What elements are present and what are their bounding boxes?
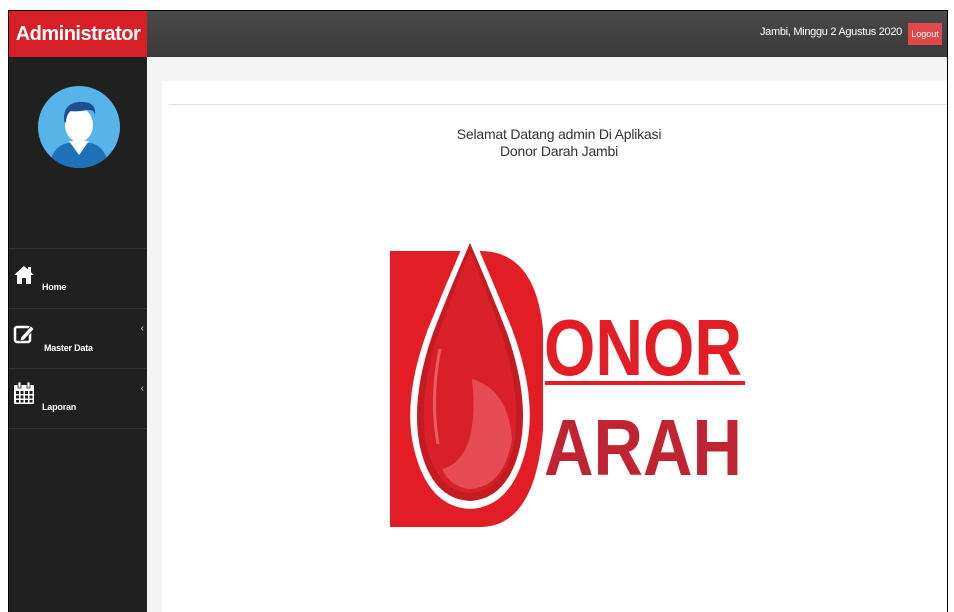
welcome-line-2: Donor Darah Jambi <box>500 143 618 159</box>
edit-icon <box>13 325 35 344</box>
user-avatar-icon <box>38 86 120 168</box>
welcome-text: Selamat Datang admin Di Aplikasi Donor D… <box>162 126 947 160</box>
chevron-left-icon: ‹ <box>140 323 144 334</box>
calendar-icon <box>14 381 34 404</box>
date-text: Jambi, Minggu 2 Agustus 2020 <box>759 26 902 38</box>
sidebar-item-label: Master Data <box>44 343 93 353</box>
logo-word-1: ONOR <box>544 303 742 392</box>
welcome-line-1: Selamat Datang admin Di Aplikasi <box>456 126 662 142</box>
home-icon <box>14 266 34 284</box>
donor-darah-logo: ONOR ARAH <box>390 229 750 534</box>
main-content: Selamat Datang admin Di Aplikasi Donor D… <box>162 81 947 612</box>
app-frame: Administrator Jambi, Minggu 2 Agustus 20… <box>8 10 948 612</box>
content-divider <box>169 104 947 105</box>
logo-word-2: ARAH <box>544 403 742 492</box>
avatar <box>37 85 121 169</box>
top-bar: Jambi, Minggu 2 Agustus 2020 Logout <box>147 11 947 57</box>
sidebar: Home Master Data ‹ Laporan ‹ <box>9 57 147 612</box>
sidebar-item-label: Home <box>42 282 67 292</box>
sidebar-item-laporan[interactable]: Laporan ‹ <box>9 369 147 429</box>
logout-button[interactable]: Logout <box>908 23 942 45</box>
sidebar-item-master-data[interactable]: Master Data ‹ <box>9 309 147 369</box>
sidebar-item-label: Laporan <box>42 402 77 412</box>
sidebar-item-home[interactable]: Home <box>9 249 147 309</box>
sidebar-divider <box>9 428 147 429</box>
brand-title[interactable]: Administrator <box>9 11 147 57</box>
chevron-left-icon: ‹ <box>140 383 144 394</box>
